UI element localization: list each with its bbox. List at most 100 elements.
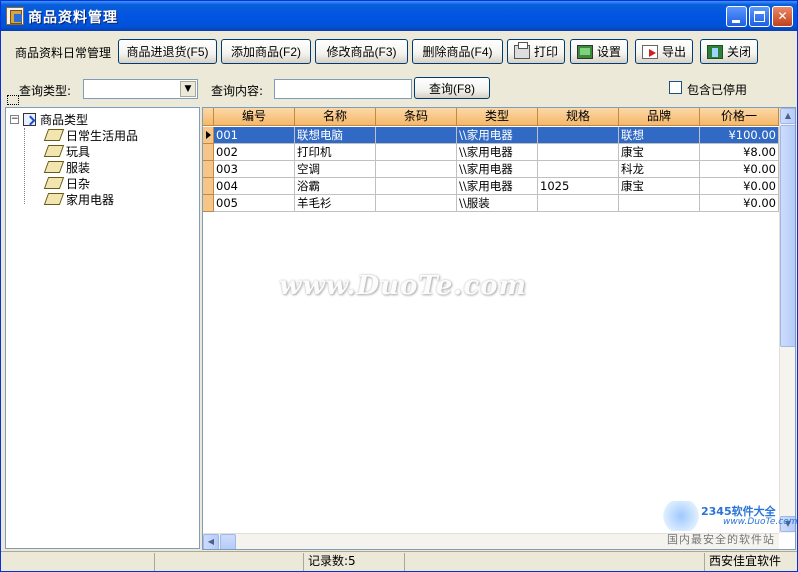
column-header-code[interactable]: 编号 <box>214 108 295 126</box>
vertical-scroll-thumb[interactable] <box>780 125 795 347</box>
tree-node-root[interactable]: − 商品类型 <box>10 111 88 127</box>
minimize-icon <box>732 20 740 23</box>
cell-name[interactable]: 打印机 <box>295 144 376 161</box>
splitter-handle-icon[interactable] <box>7 95 19 105</box>
cell-name[interactable]: 羊毛衫 <box>295 195 376 212</box>
column-header-spec[interactable]: 规格 <box>538 108 619 126</box>
cell-barcode[interactable] <box>376 161 457 178</box>
search-button[interactable]: 查询(F8) <box>414 77 490 99</box>
cell-brand[interactable]: 科龙 <box>619 161 700 178</box>
include-disabled-checkbox[interactable] <box>669 81 682 94</box>
query-content-input[interactable] <box>274 79 412 99</box>
cell-barcode[interactable] <box>376 178 457 195</box>
toolbar-label: 商品资料日常管理 <box>15 46 112 60</box>
cell-spec[interactable]: 1025 <box>538 178 619 195</box>
cell-type[interactable]: \\家用电器 <box>457 178 538 195</box>
print-button[interactable]: 打印 <box>507 39 565 64</box>
column-header-brand[interactable]: 品牌 <box>619 108 700 126</box>
cell-name[interactable]: 空调 <box>295 161 376 178</box>
tree-node-clothing[interactable]: 服装 <box>43 159 91 175</box>
cell-type[interactable]: \\家用电器 <box>457 127 538 144</box>
include-disabled-label[interactable]: 包含已停用 <box>687 81 747 98</box>
printer-icon <box>513 41 530 59</box>
cell-price1[interactable]: ¥100.00 <box>700 127 779 144</box>
cell-code[interactable]: 001 <box>214 127 295 144</box>
cell-spec[interactable] <box>538 195 619 212</box>
delete-product-button[interactable]: 删除商品(F4) <box>412 39 503 64</box>
cell-type[interactable]: \\家用电器 <box>457 161 538 178</box>
column-header-type[interactable]: 类型 <box>457 108 538 126</box>
tree-node-label: 商品类型 <box>40 112 89 127</box>
column-header-price1[interactable]: 价格一 <box>700 108 779 126</box>
scroll-up-icon[interactable]: ▲ <box>780 108 795 124</box>
cell-name[interactable]: 浴霸 <box>295 178 376 195</box>
cell-brand[interactable] <box>619 195 700 212</box>
cell-brand[interactable]: 联想 <box>619 127 700 144</box>
minimize-button[interactable] <box>726 6 747 27</box>
cell-code[interactable]: 003 <box>214 161 295 178</box>
query-type-select[interactable]: ▼ <box>83 79 198 99</box>
close-button[interactable]: 关闭 <box>700 39 758 64</box>
book-icon <box>43 145 65 157</box>
edit-product-button[interactable]: 修改商品(F3) <box>315 39 408 64</box>
column-header-name[interactable]: 名称 <box>295 108 376 126</box>
chevron-down-icon[interactable]: ▼ <box>180 81 196 97</box>
maximize-button[interactable] <box>749 6 770 27</box>
close-icon: ✕ <box>777 9 788 23</box>
settings-button[interactable]: 设置 <box>570 39 628 64</box>
query-type-label: 查询类型: <box>19 84 72 98</box>
cell-spec[interactable] <box>538 161 619 178</box>
stock-in-out-button[interactable]: 商品进退货(F5) <box>118 39 217 64</box>
title-bar[interactable]: 商品资料管理 ✕ <box>1 1 797 31</box>
cell-code[interactable]: 005 <box>214 195 295 212</box>
cell-barcode[interactable] <box>376 195 457 212</box>
scroll-left-icon[interactable]: ◀ <box>203 534 219 549</box>
app-icon[interactable] <box>6 7 24 25</box>
cell-barcode[interactable] <box>376 144 457 161</box>
export-button[interactable]: 导出 <box>635 39 693 64</box>
watermark: www.DuoTe.com <box>279 271 528 301</box>
table-row[interactable]: 001 联想电脑 \\家用电器 联想 ¥100.00 <box>203 127 779 144</box>
tree-node-appliances[interactable]: 家用电器 <box>43 191 115 207</box>
row-indicator <box>203 144 214 161</box>
horizontal-scroll-thumb[interactable] <box>220 534 236 549</box>
company-name: 西安佳宜软件 <box>709 554 782 568</box>
cell-barcode[interactable] <box>376 127 457 144</box>
table-row[interactable]: 002 打印机 \\家用电器 康宝 ¥8.00 <box>203 144 779 161</box>
cell-type[interactable]: \\家用电器 <box>457 144 538 161</box>
add-product-button[interactable]: 添加商品(F2) <box>221 39 311 64</box>
vertical-scrollbar[interactable]: ▲ ▼ <box>779 108 795 533</box>
record-count: 记录数:5 <box>304 553 405 571</box>
cell-price1[interactable]: ¥0.00 <box>700 161 779 178</box>
cell-price1[interactable]: ¥8.00 <box>700 144 779 161</box>
cell-name[interactable]: 联想电脑 <box>295 127 376 144</box>
cell-price1[interactable]: ¥0.00 <box>700 178 779 195</box>
cell-brand[interactable]: 康宝 <box>619 144 700 161</box>
close-window-button[interactable]: ✕ <box>772 6 793 27</box>
table-row[interactable]: 003 空调 \\家用电器 科龙 ¥0.00 <box>203 161 779 178</box>
tree-node-label: 玩具 <box>66 144 91 159</box>
tree-node-daily-goods[interactable]: 日常生活用品 <box>43 127 139 143</box>
cell-code[interactable]: 004 <box>214 178 295 195</box>
column-header-barcode[interactable]: 条码 <box>376 108 457 126</box>
book-icon <box>43 193 65 205</box>
main-window: 商品资料管理 ✕ 商品资料日常管理 商品进退货(F5) 添加商品(F2) 修改商… <box>0 0 798 572</box>
cell-code[interactable]: 002 <box>214 144 295 161</box>
row-indicator <box>203 161 214 178</box>
status-bar: 记录数:5 西安佳宜软件 <box>1 551 797 571</box>
cell-brand[interactable]: 康宝 <box>619 178 700 195</box>
collapse-icon[interactable]: − <box>10 114 19 124</box>
status-panel-2 <box>155 553 304 571</box>
cell-price1[interactable]: ¥0.00 <box>700 195 779 212</box>
tree-node-label: 日常生活用品 <box>66 128 139 143</box>
tree-node-sundries[interactable]: 日杂 <box>43 175 90 191</box>
cell-type[interactable]: \\服装 <box>457 195 538 212</box>
tree-node-toys[interactable]: 玩具 <box>43 143 91 159</box>
tree-node-label: 服装 <box>66 160 91 175</box>
table-row[interactable]: 004 浴霸 \\家用电器 1025 康宝 ¥0.00 <box>203 178 779 195</box>
table-row[interactable]: 005 羊毛衫 \\服装 ¥0.00 <box>203 195 779 212</box>
status-panel-4 <box>405 553 705 571</box>
cell-spec[interactable] <box>538 144 619 161</box>
tree-node-label: 家用电器 <box>66 192 115 207</box>
cell-spec[interactable] <box>538 127 619 144</box>
